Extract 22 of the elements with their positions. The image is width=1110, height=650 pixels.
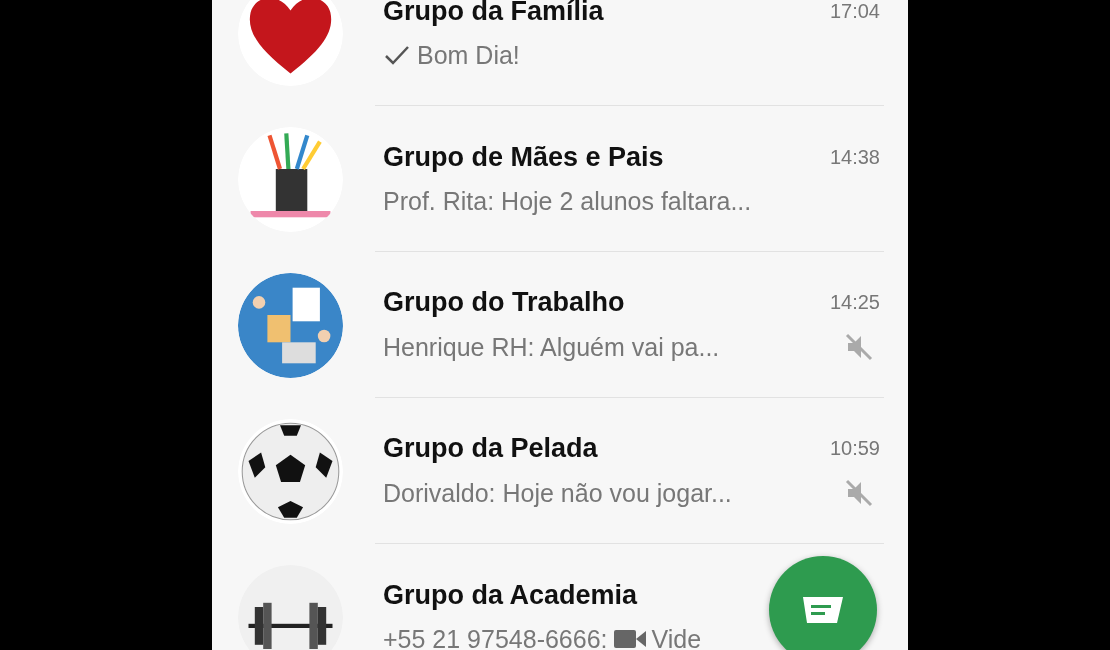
chat-list-item[interactable]: Grupo do Trabalho 14:25 Henrique RH: Alguém vai pa...	[212, 252, 908, 398]
chat-name: Grupo da Família	[383, 0, 604, 27]
message-preview: Henrique RH: Alguém vai pa...	[383, 332, 720, 362]
new-chat-button[interactable]	[769, 556, 877, 650]
message-preview: Dorivaldo: Hoje não vou jogar...	[383, 478, 732, 508]
chat-time: 14:25	[829, 291, 881, 314]
chat-bubble-icon	[801, 595, 845, 625]
chat-time: 17:04	[829, 0, 881, 23]
chat-name: Grupo de Mães e Pais	[383, 141, 664, 173]
video-camera-icon	[613, 628, 646, 650]
chat-time: 10:59	[829, 437, 881, 460]
message-preview: Bom Dia!	[417, 40, 520, 70]
chat-list-item[interactable]: Grupo da Pelada 10:59 Dorivaldo: Hoje não vou jogar...	[212, 398, 908, 544]
message-preview: Prof. Rita: Hoje 2 alunos faltara...	[383, 186, 752, 216]
message-preview: +55 21 97548-6666:	[383, 624, 608, 650]
chat-list-item[interactable]: Grupo de Mães e Pais 14:38 Prof. Rita: Hoje 2 alunos faltara...	[212, 106, 908, 252]
message-preview: Vide	[651, 624, 702, 650]
chat-time: 14:38	[829, 145, 881, 169]
chat-list-item[interactable]: Grupo da Família 17:04 Bom Dia!	[212, 0, 908, 106]
chat-name: Grupo da Academia	[383, 579, 638, 611]
chat-name: Grupo do Trabalho	[383, 287, 625, 318]
chat-name: Grupo da Pelada	[383, 433, 598, 464]
